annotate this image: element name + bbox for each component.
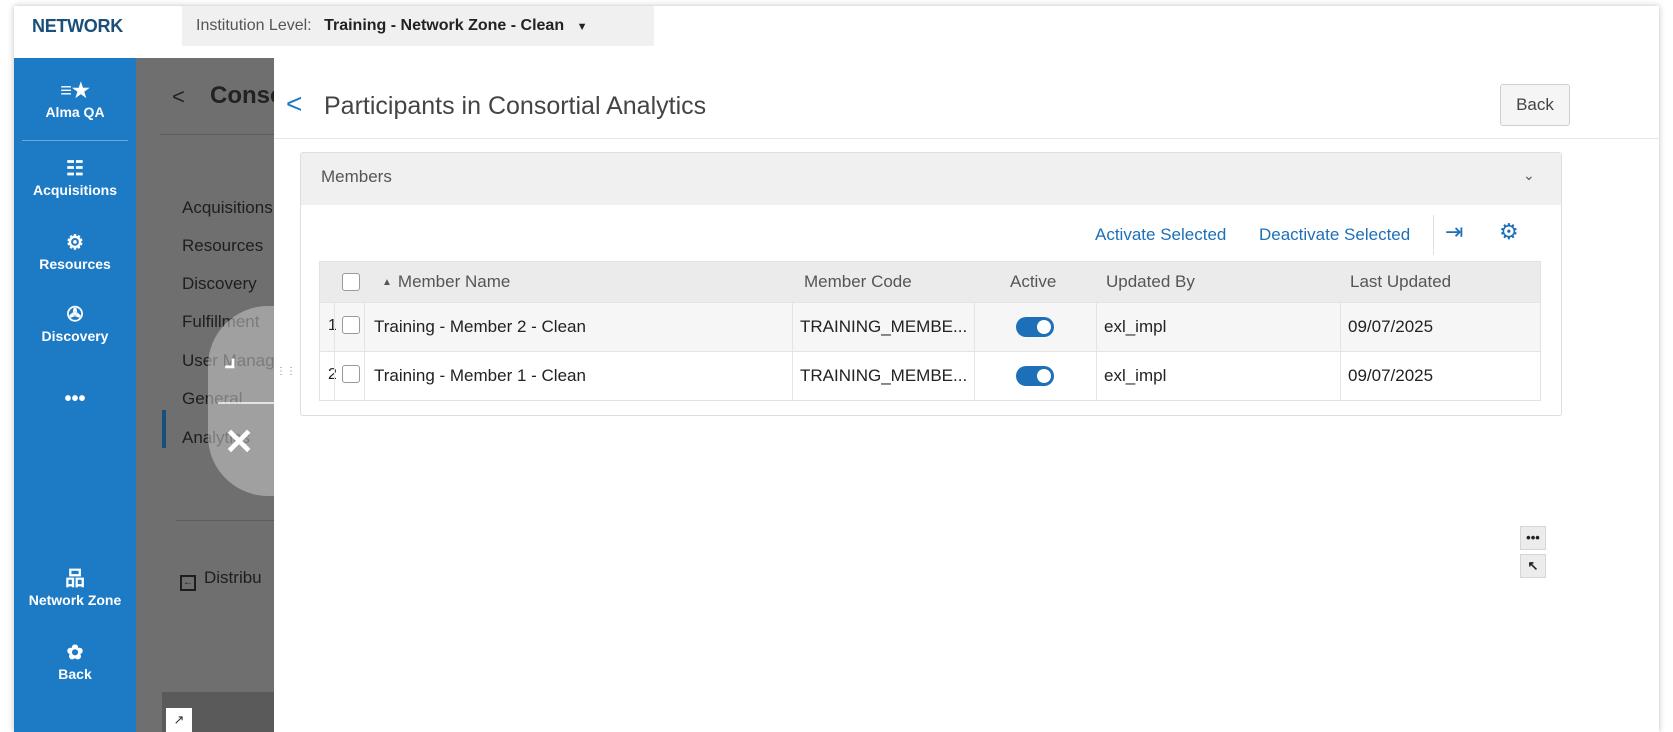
bg-menu-item: Resources [182,236,264,255]
cell-divider [1340,303,1341,352]
member-code-cell: TRAINING_MEMBE... [800,317,968,336]
nav-label: Network Zone [28,592,122,608]
more-options-button[interactable]: ••• [1520,526,1546,550]
cell-divider [1340,352,1341,401]
section-title: Members [321,167,392,186]
nav-item-alma-qa[interactable]: ≡★ Alma QA [14,80,136,120]
column-header-active[interactable]: Active [1010,272,1056,292]
nav-item-more[interactable]: ••• [14,388,136,412]
cell-divider [364,303,365,352]
member-code-cell: TRAINING_MEMBE... [800,366,968,385]
column-label: Member Name [397,272,511,291]
network-zone-icon: 品 [65,568,85,590]
members-section: Members ⌄ Activate Selected Deactivate S… [300,152,1562,416]
table-header: ▲ Member Name Member Code Active Updated … [320,262,1540,302]
chevron-left-icon[interactable]: < [286,88,302,120]
expand-panel-icon[interactable]: ⌟ [224,342,250,372]
cell-divider [1096,303,1097,352]
nav-item-acquisitions[interactable]: ☷ Acquisitions [14,158,136,198]
title-divider [274,138,1659,139]
chevron-down-icon[interactable]: ⌄ [1523,167,1535,184]
back-button[interactable]: Back [1500,84,1570,126]
column-header-last-updated[interactable]: Last Updated [1350,272,1451,292]
deactivate-selected-button[interactable]: Deactivate Selected [1259,225,1410,245]
nav-divider [22,140,128,141]
table-row[interactable]: 1 Training - Member 2 - Clean TRAINING_M… [320,302,1540,352]
members-table: ▲ Member Name Member Code Active Updated … [319,261,1541,401]
institution-selector[interactable]: Institution Level: Training - Network Zo… [182,6,654,46]
export-icon[interactable]: ⇥ [1445,219,1463,245]
bg-back-icon: < [172,84,185,109]
nav-item-back[interactable]: ✿ Back [14,642,136,682]
nav-label: Alma QA [45,104,105,120]
app-window: NETWORK Institution Level: Training - Ne… [14,6,1659,732]
bg-distribution-label: Distribu [204,568,262,587]
resources-icon: ⚙ [66,232,84,254]
active-toggle[interactable] [1016,317,1054,337]
caret-down-icon: ▼ [576,21,588,33]
select-all-checkbox[interactable] [342,273,360,291]
last-updated-cell: 09/07/2025 [1348,366,1434,385]
nav-item-resources[interactable]: ⚙ Resources [14,232,136,272]
member-name-cell: Training - Member 2 - Clean [374,317,586,336]
distribution-icon: ← [180,575,196,591]
last-updated-cell: 09/07/2025 [1348,317,1434,336]
cell-divider [792,352,793,401]
cell-divider [974,303,975,352]
bg-distribution-link: ← Distribu [180,568,262,591]
floating-divider [218,402,278,404]
close-panel-icon[interactable]: ✕ [224,424,254,460]
more-icon: ••• [64,388,86,410]
acquisitions-icon: ☷ [66,158,84,180]
updated-by-cell: exl_impl [1104,366,1167,385]
back-gear-icon: ✿ [66,642,84,664]
bg-divider [160,134,288,135]
participants-panel: < Participants in Consortial Analytics B… [274,58,1659,732]
bg-active-indicator [162,410,166,448]
nav-label: Resources [39,256,111,272]
members-section-header[interactable]: Members ⌄ [301,153,1561,205]
nav-item-discovery[interactable]: ✇ Discovery [14,304,136,344]
nav-label: Acquisitions [32,182,117,198]
institution-label: Institution Level: [196,17,312,34]
page-title: Participants in Consortial Analytics [324,92,707,120]
column-header-updated-by[interactable]: Updated By [1106,272,1195,292]
bg-divider [176,520,288,521]
bg-menu-item: Acquisitions [182,198,273,217]
nav-label: Back [58,666,92,682]
bg-menu-item: Discovery [182,274,257,293]
updated-by-cell: exl_impl [1104,317,1167,336]
pointer-icon[interactable]: ↖ [1520,554,1546,578]
table-row[interactable]: 2 Training - Member 1 - Clean TRAINING_M… [320,351,1540,401]
nav-label: Discovery [41,328,109,344]
member-name-cell: Training - Member 1 - Clean [374,366,586,385]
resize-handle[interactable]: ⋮⋮ [276,367,296,408]
cell-divider [364,352,365,401]
star-list-icon: ≡★ [60,80,90,102]
nav-item-network-zone[interactable]: 品 Network Zone [14,568,136,608]
top-bar: NETWORK Institution Level: Training - Ne… [14,6,1659,58]
sort-asc-icon: ▲ [382,277,392,288]
column-header-member-name[interactable]: ▲ Member Name [382,272,510,292]
column-header-member-code[interactable]: Member Code [804,272,912,292]
cell-divider [792,303,793,352]
institution-value: Training - Network Zone - Clean [324,17,565,34]
row-checkbox[interactable] [342,365,360,383]
gear-icon[interactable]: ⚙ [1499,219,1519,245]
expand-icon: ↗ [166,708,192,732]
active-toggle[interactable] [1016,366,1054,386]
cell-divider [334,352,335,401]
cell-divider [334,303,335,352]
activate-selected-button[interactable]: Activate Selected [1095,225,1226,245]
discovery-icon: ✇ [66,304,84,326]
row-checkbox[interactable] [342,316,360,334]
brand-label: NETWORK [32,16,123,36]
cell-divider [974,352,975,401]
cell-divider [1096,352,1097,401]
toolbar-divider [1433,215,1434,255]
left-navigation: ≡★ Alma QA ☷ Acquisitions ⚙ Resources ✇ … [14,58,136,732]
